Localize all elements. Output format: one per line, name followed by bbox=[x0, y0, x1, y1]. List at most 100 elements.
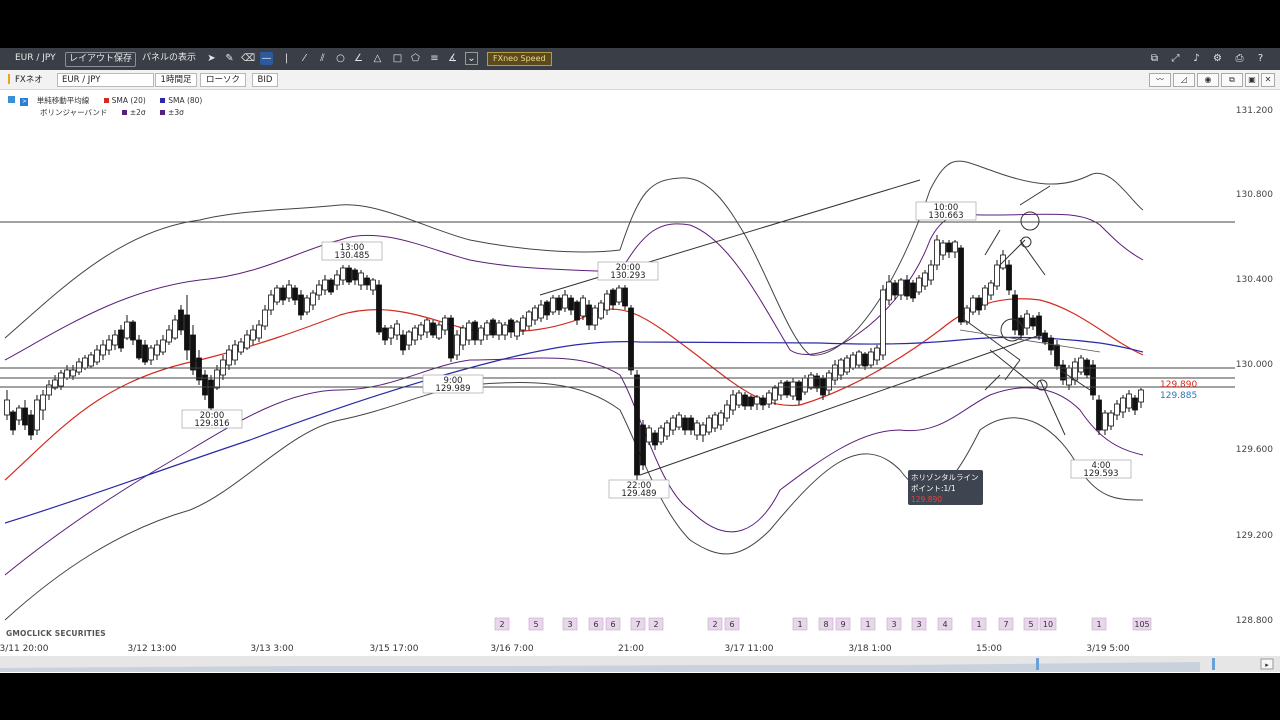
event-marker-label: 6 bbox=[610, 620, 615, 629]
fan-icon[interactable]: ∡ bbox=[446, 52, 459, 65]
event-marker-label: 6 bbox=[593, 620, 598, 629]
candle-body bbox=[328, 279, 334, 293]
candlestick bbox=[172, 315, 178, 340]
event-marker: 1 bbox=[792, 617, 808, 631]
candlestick bbox=[280, 285, 286, 305]
camera-icon[interactable]: ◉ bbox=[1197, 73, 1219, 87]
horizontal-line-tooltip: ホリゾンタルライン ポイント:1/1 129.890 bbox=[908, 470, 983, 505]
fibonacci-icon[interactable]: ≡ bbox=[428, 52, 441, 65]
chart-area[interactable]: 13:00 130.485 20:00 130.293 10:00 130.663 9:00… bbox=[0, 90, 1280, 673]
window-icon[interactable]: ⧉ bbox=[1148, 52, 1161, 65]
pen-icon[interactable]: ✎ bbox=[223, 52, 236, 65]
candle-body bbox=[784, 381, 790, 396]
candlestick bbox=[10, 410, 16, 435]
legend-expand-icon[interactable]: > bbox=[20, 98, 29, 106]
area-chart-icon[interactable]: ◿ bbox=[1173, 73, 1195, 87]
candle-body bbox=[706, 417, 712, 433]
candlestick bbox=[580, 295, 586, 320]
candlestick bbox=[700, 422, 706, 442]
pair-select[interactable]: EUR / JPY bbox=[57, 73, 154, 87]
navigator-handle-right[interactable] bbox=[1212, 658, 1215, 670]
candle-body bbox=[178, 309, 184, 331]
trendline-icon[interactable]: ⁄ bbox=[298, 52, 311, 65]
copy-icon[interactable]: ⧉ bbox=[1221, 73, 1243, 87]
candle-body bbox=[58, 372, 64, 387]
candle-body bbox=[352, 269, 358, 281]
candle-body bbox=[808, 374, 814, 389]
candle-body bbox=[874, 347, 880, 361]
cursor-icon[interactable]: ➤ bbox=[205, 52, 218, 65]
candle-body bbox=[454, 334, 460, 356]
fxneo-speed-button[interactable]: FXneo Speed bbox=[487, 52, 552, 66]
vertical-line-icon[interactable]: | bbox=[280, 52, 293, 65]
bell-icon[interactable]: ♪ bbox=[1190, 52, 1203, 65]
dropdown-icon[interactable]: ⌄ bbox=[465, 52, 478, 65]
price-type-select[interactable]: BID bbox=[252, 73, 278, 87]
candle-body bbox=[910, 282, 916, 299]
event-marker-label: 7 bbox=[635, 620, 640, 629]
annotation-price: 130.293 bbox=[610, 271, 645, 281]
channel-icon[interactable]: ⫽ bbox=[316, 52, 329, 65]
candlestick bbox=[526, 310, 532, 330]
candle-body bbox=[376, 284, 382, 333]
triangle-icon[interactable]: △ bbox=[371, 52, 384, 65]
candle-body bbox=[1102, 412, 1108, 431]
candle-body bbox=[274, 287, 280, 303]
circle-icon[interactable]: ○ bbox=[334, 52, 347, 65]
candle-body bbox=[370, 279, 376, 291]
candlestick-chart[interactable]: 13:00130.485 20:00130.293 10:00130.663 9:00… bbox=[0, 90, 1280, 673]
candlestick bbox=[400, 330, 406, 355]
eraser-icon[interactable]: ⌫ bbox=[241, 52, 255, 65]
chart-navigator[interactable]: ▸ bbox=[0, 656, 1280, 672]
reset-icon[interactable]: ▣ bbox=[1245, 73, 1259, 87]
chart-type-select[interactable]: ローソク bbox=[200, 73, 246, 87]
expand-icon[interactable]: ⤢ bbox=[1169, 52, 1182, 65]
candlestick bbox=[1030, 315, 1036, 330]
candle-body bbox=[802, 377, 808, 393]
candlestick bbox=[502, 322, 508, 340]
close-icon[interactable]: ✕ bbox=[1261, 73, 1275, 87]
candlestick bbox=[1096, 395, 1102, 435]
event-marker-label: 3 bbox=[916, 620, 921, 629]
candle-body bbox=[562, 294, 568, 309]
candle-body bbox=[1072, 361, 1078, 381]
line-chart-icon[interactable]: 〰 bbox=[1149, 73, 1171, 87]
angle-icon[interactable]: ∠ bbox=[352, 52, 365, 65]
candle-body bbox=[700, 424, 706, 436]
candlestick bbox=[682, 415, 688, 435]
bb2-swatch bbox=[121, 110, 127, 115]
product-label: FXネオ bbox=[15, 75, 43, 85]
candle-body bbox=[1036, 315, 1042, 337]
legend-toggle-icon[interactable] bbox=[8, 96, 15, 103]
event-marker-label: 9 bbox=[840, 620, 845, 629]
candlestick bbox=[454, 330, 460, 360]
candlestick bbox=[904, 275, 910, 300]
line-drawing bbox=[964, 319, 1021, 361]
rectangle-icon[interactable]: □ bbox=[391, 52, 404, 65]
candlestick bbox=[976, 295, 982, 315]
candle-body bbox=[1108, 412, 1114, 427]
candle-body bbox=[340, 267, 346, 281]
candle-body bbox=[904, 279, 910, 297]
candlestick bbox=[328, 278, 334, 295]
timeframe-select[interactable]: 1時間足 bbox=[155, 73, 197, 87]
candlestick bbox=[562, 290, 568, 312]
horizontal-line-icon[interactable]: — bbox=[260, 52, 273, 65]
time-tick-label: 3/12 13:00 bbox=[127, 644, 176, 654]
candle-body bbox=[652, 432, 658, 446]
candlestick bbox=[814, 373, 820, 392]
candle-body bbox=[862, 353, 868, 367]
candle-body bbox=[796, 381, 802, 401]
event-marker: 3 bbox=[911, 617, 927, 631]
candlestick bbox=[928, 260, 934, 285]
candlestick bbox=[652, 430, 658, 450]
navigator-handle-left[interactable] bbox=[1036, 658, 1039, 670]
print-icon[interactable]: ⎙ bbox=[1233, 52, 1246, 65]
candle-body bbox=[754, 396, 760, 405]
save-layout-button[interactable]: レイアウト保存 bbox=[65, 52, 137, 67]
pentagon-icon[interactable]: ⬠ bbox=[409, 52, 422, 65]
gear-icon[interactable]: ⚙ bbox=[1211, 52, 1224, 65]
help-icon[interactable]: ? bbox=[1254, 52, 1267, 65]
candle-body bbox=[22, 407, 28, 426]
panel-display-button[interactable]: パネルの表示 bbox=[139, 52, 199, 65]
